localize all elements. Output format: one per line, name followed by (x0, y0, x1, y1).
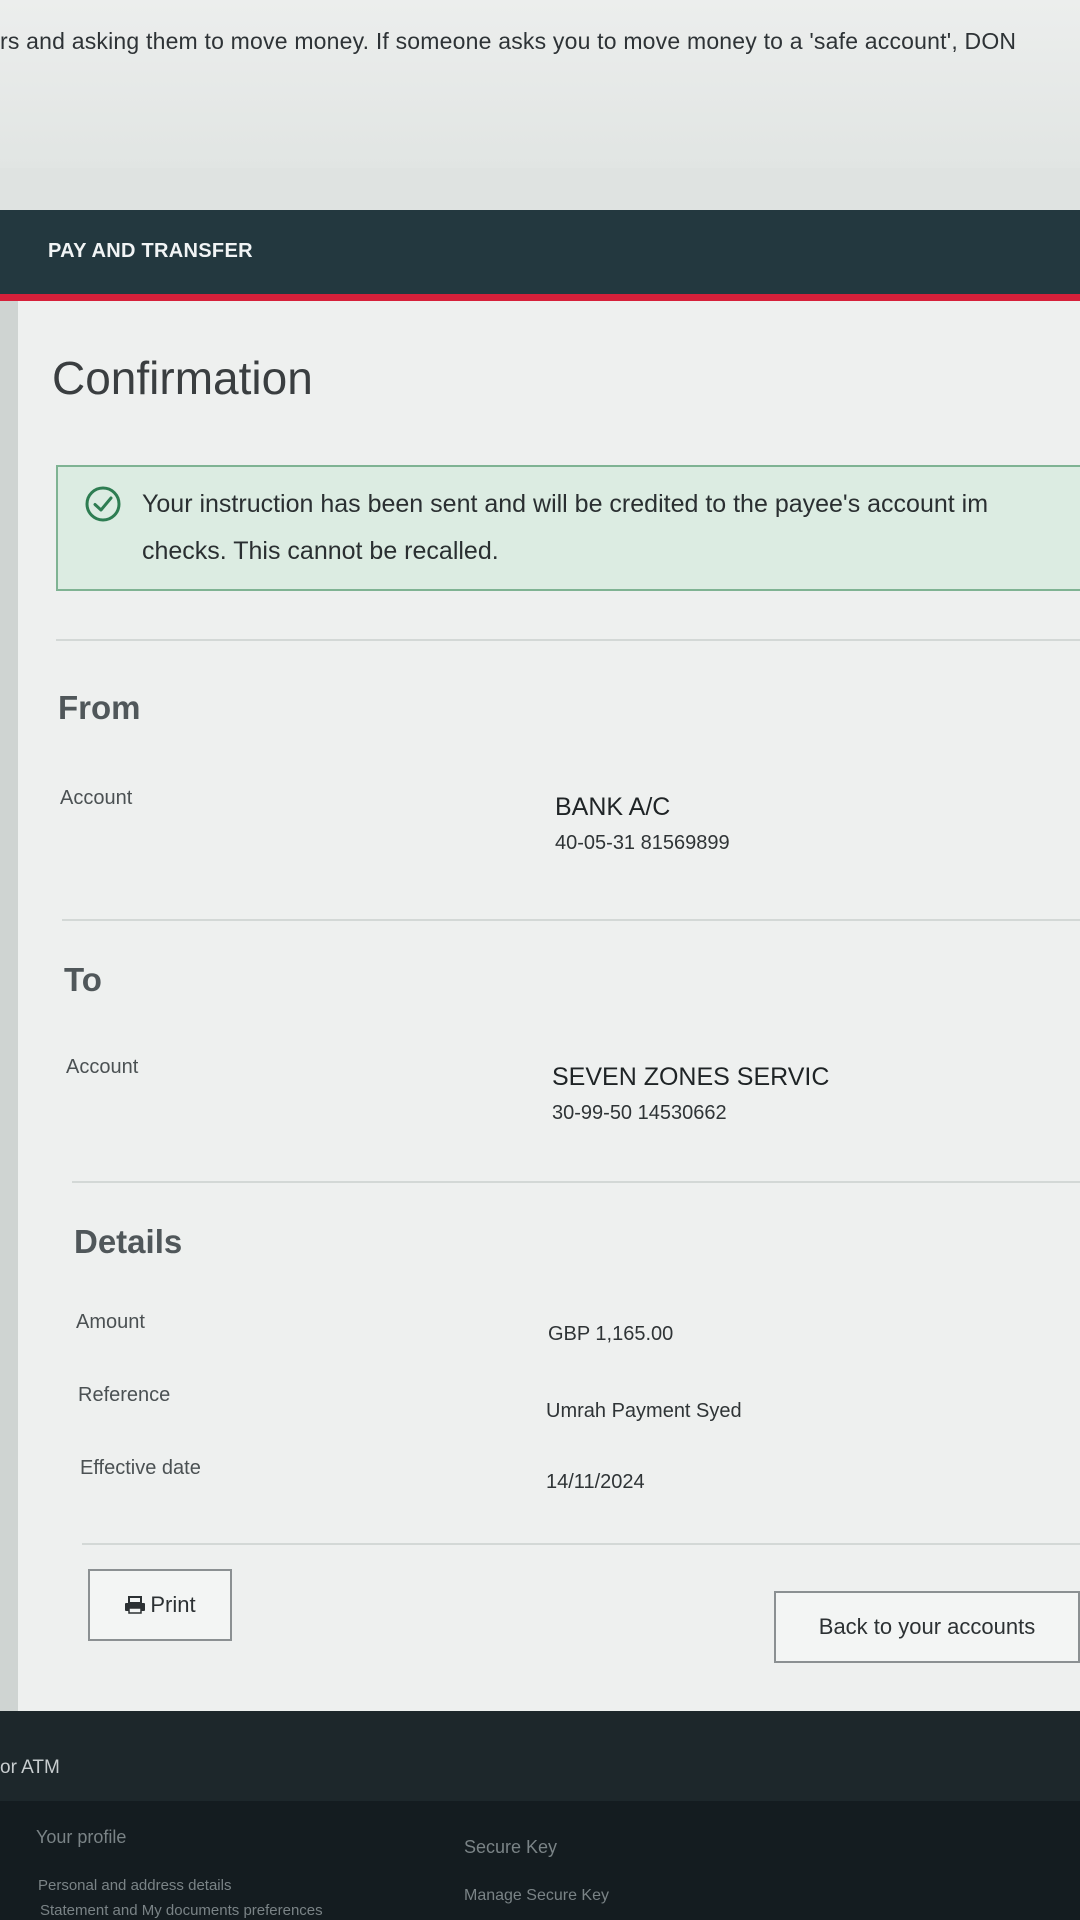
success-message-line-2: checks. This cannot be recalled. (142, 537, 499, 565)
to-account-label: Account (66, 1056, 139, 1078)
left-panel-edge (0, 301, 18, 1741)
divider (72, 1181, 1080, 1183)
footer-secure-key-heading[interactable]: Secure Key (464, 1837, 557, 1858)
print-button-label: Print (150, 1592, 196, 1617)
footer-profile-heading[interactable]: Your profile (36, 1827, 126, 1848)
back-to-accounts-button[interactable]: Back to your accounts (774, 1591, 1080, 1663)
footer-statement-preferences-link[interactable]: Statement and My documents preferences (40, 1902, 323, 1919)
footer-atm-link[interactable]: or ATM (0, 1757, 60, 1779)
to-account-name: SEVEN ZONES SERVIC (552, 1063, 830, 1091)
success-message-line-1: Your instruction has been sent and will … (142, 490, 989, 518)
success-message-box: Your instruction has been sent and will … (56, 465, 1080, 591)
from-account-number: 40-05-31 81569899 (555, 832, 730, 854)
page-title: Confirmation (52, 352, 313, 404)
footer-personal-details-link[interactable]: Personal and address details (38, 1877, 231, 1894)
reference-label: Reference (78, 1384, 171, 1406)
divider (82, 1543, 1080, 1545)
to-heading: To (64, 961, 102, 998)
from-account-label: Account (60, 787, 133, 809)
from-account-name: BANK A/C (555, 793, 671, 821)
effective-date-label: Effective date (80, 1457, 201, 1479)
divider (56, 639, 1080, 641)
amount-label: Amount (76, 1311, 145, 1333)
footer-top-bar: or ATM (0, 1711, 1080, 1801)
header-accent-line (0, 294, 1080, 301)
fraud-warning-banner: rs and asking them to move money. If som… (0, 0, 1080, 168)
to-account-number: 30-99-50 14530662 (552, 1102, 727, 1124)
fraud-warning-text: rs and asking them to move money. If som… (0, 28, 1017, 54)
site-footer: or ATM Your profile Personal and address… (0, 1711, 1080, 1920)
footer-manage-secure-key-link[interactable]: Manage Secure Key (464, 1887, 609, 1905)
success-message: Your instruction has been sent and will … (142, 481, 1080, 575)
back-to-accounts-label: Back to your accounts (818, 1614, 1036, 1639)
print-icon (125, 1596, 146, 1614)
divider (62, 919, 1080, 921)
check-circle-icon (85, 486, 121, 522)
pay-and-transfer-header: PAY AND TRANSFER (0, 210, 1080, 294)
amount-value: GBP 1,165.00 (548, 1323, 674, 1345)
from-heading: From (58, 689, 141, 726)
reference-value: Umrah Payment Syed (546, 1400, 742, 1422)
details-heading: Details (74, 1223, 183, 1260)
effective-date-value: 14/11/2024 (546, 1471, 645, 1493)
section-title: PAY AND TRANSFER (48, 240, 253, 262)
confirmation-panel: Confirmation Your instruction has been s… (18, 301, 1080, 1711)
print-button[interactable]: Print (88, 1569, 232, 1641)
